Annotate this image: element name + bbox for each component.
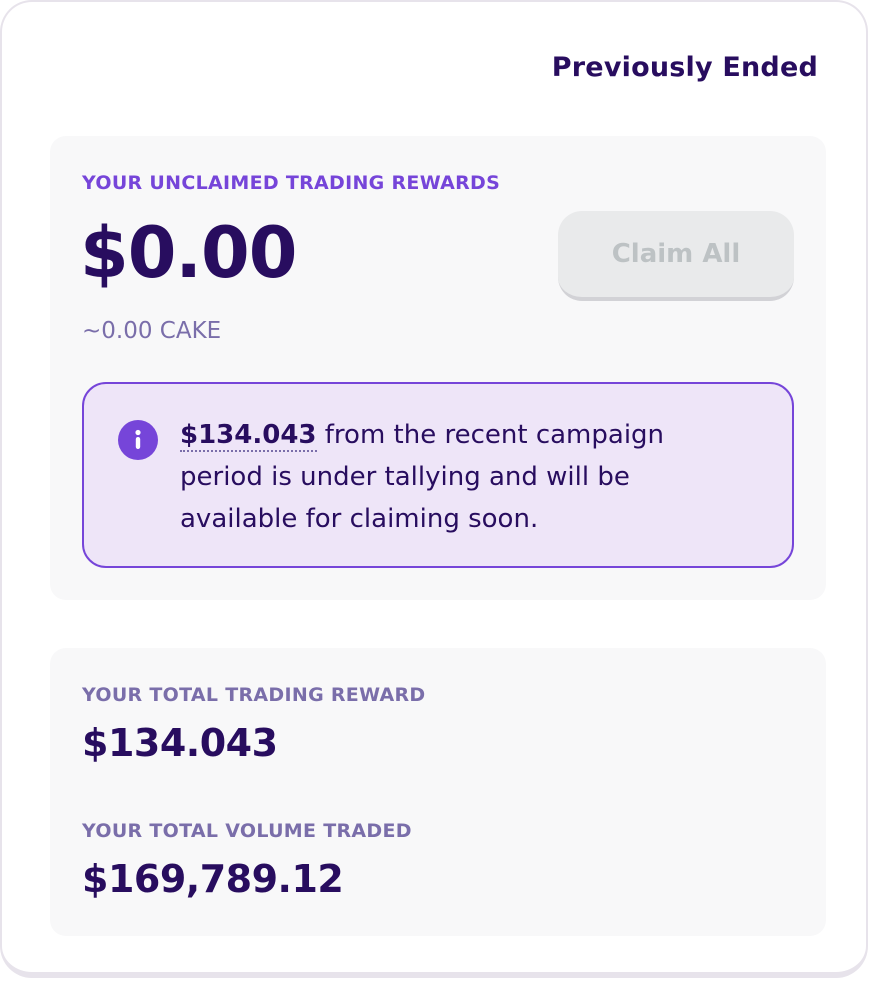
- totals-panel: YOUR TOTAL TRADING REWARD $134.043 YOUR …: [50, 648, 826, 936]
- previous-rewards-card: Previously Ended YOUR UNCLAIMED TRADING …: [0, 0, 868, 978]
- unclaimed-amount-usd: $0.00: [80, 212, 297, 294]
- unclaimed-rewards-label: YOUR UNCLAIMED TRADING REWARDS: [82, 172, 501, 194]
- tallying-amount[interactable]: $134.043: [180, 420, 317, 452]
- info-icon: [118, 420, 158, 460]
- unclaimed-rewards-panel: YOUR UNCLAIMED TRADING REWARDS $0.00 ~0.…: [50, 136, 826, 600]
- section-title: Previously Ended: [551, 52, 818, 83]
- total-reward-value: $134.043: [82, 721, 278, 765]
- total-reward-label: YOUR TOTAL TRADING REWARD: [82, 684, 426, 706]
- tallying-notice-text: $134.043 from the recent campaign period…: [180, 414, 740, 540]
- unclaimed-amount-cake: ~0.00 CAKE: [82, 318, 222, 344]
- tallying-notice: $134.043 from the recent campaign period…: [82, 382, 794, 568]
- claim-all-button[interactable]: Claim All: [558, 211, 794, 301]
- total-volume-label: YOUR TOTAL VOLUME TRADED: [82, 820, 412, 842]
- total-volume-value: $169,789.12: [82, 857, 344, 901]
